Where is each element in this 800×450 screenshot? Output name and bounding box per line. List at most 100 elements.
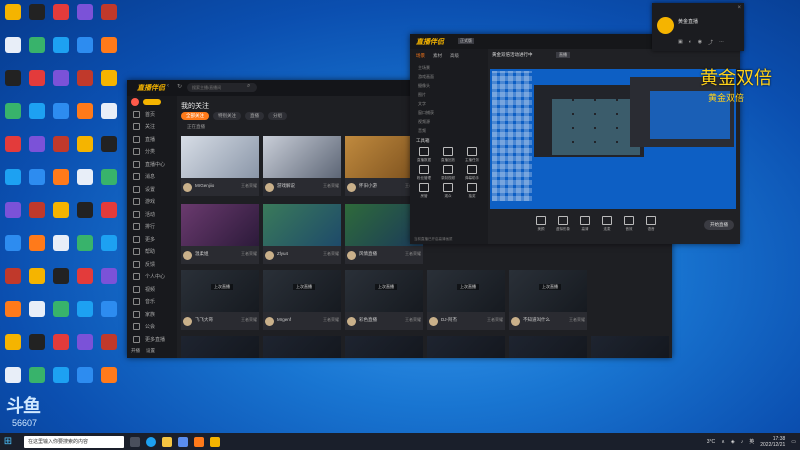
avatar[interactable] [347, 183, 356, 192]
streamer-name[interactable]: 不知道叫什么 [523, 317, 550, 323]
bottom-user-button[interactable]: 开播 [131, 348, 140, 354]
streamer-name[interactable]: Mrgenf [277, 317, 291, 322]
scene-item[interactable]: 文字 [410, 99, 488, 108]
stream-card[interactable]: 上次直播 Mrgenf 王者荣耀 [263, 270, 341, 330]
desktop-shortcut-icon[interactable] [74, 169, 96, 185]
scene-item[interactable]: 图片 [410, 90, 488, 99]
desktop-shortcut-icon[interactable] [98, 4, 120, 20]
stream-thumbnail[interactable] [591, 336, 669, 358]
desktop-shortcut-icon[interactable] [74, 70, 96, 86]
stream-thumbnail[interactable] [181, 204, 259, 246]
sidebar-item[interactable]: 家族 [127, 308, 177, 321]
stream-card[interactable]: 温柔姐 王者荣耀 [181, 204, 259, 264]
gift-icon[interactable]: ▣ [678, 39, 683, 46]
start-button[interactable]: ⊞ [0, 433, 16, 450]
store-icon[interactable] [178, 436, 188, 447]
desktop-shortcut-icon[interactable] [74, 4, 96, 20]
desktop-shortcut-icon[interactable] [50, 301, 72, 317]
streamer-name[interactable]: 彩色直播 [359, 317, 377, 323]
desktop-shortcut-icon[interactable] [50, 268, 72, 284]
avatar[interactable] [429, 317, 438, 326]
desktop-shortcut-icon[interactable] [98, 268, 120, 284]
stream-thumbnail[interactable]: 上次直播 [509, 270, 587, 312]
desktop-shortcut-icon[interactable] [98, 169, 120, 185]
douyu-app-icon[interactable] [194, 436, 204, 447]
desktop-shortcut-icon[interactable] [26, 70, 48, 86]
desktop-shortcut-icon[interactable] [98, 136, 120, 152]
stream-card[interactable]: 上次直播 彩色直播 王者荣耀 [345, 270, 423, 330]
desktop-shortcut-icon[interactable] [98, 202, 120, 218]
taskbar-search-input[interactable]: 在这里输入你要搜索的内容 [24, 435, 124, 448]
stream-thumbnail[interactable]: 上次直播 [263, 270, 341, 312]
more-icon[interactable]: ⋯ [719, 39, 724, 46]
sidebar-item[interactable]: 游戏 [127, 196, 177, 209]
stream-thumbnail[interactable] [263, 336, 341, 358]
bottom-tool-button[interactable]: 高清 [574, 216, 596, 232]
mic-icon[interactable]: ◐ [689, 39, 692, 46]
desktop-shortcut-icon[interactable] [2, 103, 24, 119]
desktop-shortcut-icon[interactable] [26, 136, 48, 152]
scene-item[interactable]: 视频源 [410, 117, 488, 126]
desktop-shortcut-icon[interactable] [50, 235, 72, 251]
desktop-shortcut-icon[interactable] [26, 367, 48, 383]
room-live-button[interactable]: 直播 [556, 52, 570, 58]
desktop-shortcut-icon[interactable] [2, 334, 24, 350]
streamer-name[interactable]: 游戏解说 [277, 183, 295, 189]
sidebar-item[interactable]: 更多 [127, 233, 177, 246]
scene-item[interactable]: 摄像头 [410, 81, 488, 90]
desktop-shortcut-icon[interactable] [74, 202, 96, 218]
desktop-shortcut-icon[interactable] [50, 334, 72, 350]
desktop-shortcut-icon[interactable] [26, 169, 48, 185]
desktop-shortcut-icon[interactable] [2, 169, 24, 185]
scene-item[interactable]: 主场景 [410, 63, 488, 72]
desktop-shortcut-icon[interactable] [50, 4, 72, 20]
filter-chip[interactable]: 全部关注 [181, 112, 209, 120]
side-tab[interactable]: 素材 [433, 53, 442, 59]
desktop-shortcut-icon[interactable] [50, 37, 72, 53]
desktop-shortcut-icon[interactable] [98, 367, 120, 383]
desktop-shortcut-icon[interactable] [50, 103, 72, 119]
avatar[interactable] [183, 183, 192, 192]
tool-button[interactable]: 抽奖 [460, 183, 484, 201]
streamer-name[interactable]: 怀旧小游 [359, 183, 377, 189]
desktop-shortcut-icon[interactable] [2, 235, 24, 251]
sidebar-item[interactable]: 消息 [127, 171, 177, 184]
bottom-tool-button[interactable]: 连麦 [596, 216, 618, 232]
desktop-shortcut-icon[interactable] [2, 367, 24, 383]
desktop-shortcut-icon[interactable] [98, 70, 120, 86]
scene-item[interactable]: 窗口捕获 [410, 108, 488, 117]
tool-button[interactable]: 弹幕助手 [460, 165, 484, 183]
stream-card[interactable]: 嗨皮王者荣耀 [509, 336, 587, 358]
stream-thumbnail[interactable] [263, 204, 341, 246]
sidebar-item[interactable]: 排行 [127, 221, 177, 234]
tool-button[interactable]: 录制视频 [436, 165, 460, 183]
desktop-shortcut-icon[interactable] [74, 301, 96, 317]
network-icon[interactable]: ◈ [731, 439, 735, 445]
sidebar-item[interactable]: 分类 [127, 146, 177, 159]
bottom-settings-button[interactable]: 设置 [146, 348, 155, 354]
desktop-shortcut-icon[interactable] [2, 202, 24, 218]
desktop-shortcut-icon[interactable] [74, 235, 96, 251]
bottom-tool-button[interactable]: 美颜 [530, 216, 552, 232]
stream-thumbnail[interactable] [509, 336, 587, 358]
share-icon[interactable]: ⤴ [708, 39, 713, 46]
desktop-shortcut-icon[interactable] [74, 103, 96, 119]
desktop-shortcut-icon[interactable] [74, 136, 96, 152]
popup-close-icon[interactable]: × [737, 5, 741, 11]
desktop-shortcut-icon[interactable] [98, 301, 120, 317]
desktop-shortcut-icon[interactable] [98, 235, 120, 251]
avatar[interactable] [131, 98, 139, 106]
stream-thumbnail[interactable] [181, 136, 259, 178]
stream-thumbnail[interactable] [345, 336, 423, 358]
stream-card[interactable]: 双12小哥王者荣耀 [181, 336, 259, 358]
tool-button[interactable]: 直播回放 [436, 147, 460, 165]
desktop-shortcut-icon[interactable] [2, 37, 24, 53]
filter-chip[interactable]: 分组 [268, 112, 287, 120]
taskbar-clock[interactable]: 17:38 2022/12/21 [760, 436, 785, 448]
desktop-shortcut-icon[interactable] [2, 4, 24, 20]
sidebar-item[interactable]: 首页 [127, 108, 177, 121]
avatar[interactable] [183, 317, 192, 326]
stream-card[interactable]: 上次直播 DJ-阿杰 王者荣耀 [427, 270, 505, 330]
desktop-shortcut-icon[interactable] [2, 301, 24, 317]
stream-card[interactable]: Zlyu4 王者荣耀 [263, 204, 341, 264]
